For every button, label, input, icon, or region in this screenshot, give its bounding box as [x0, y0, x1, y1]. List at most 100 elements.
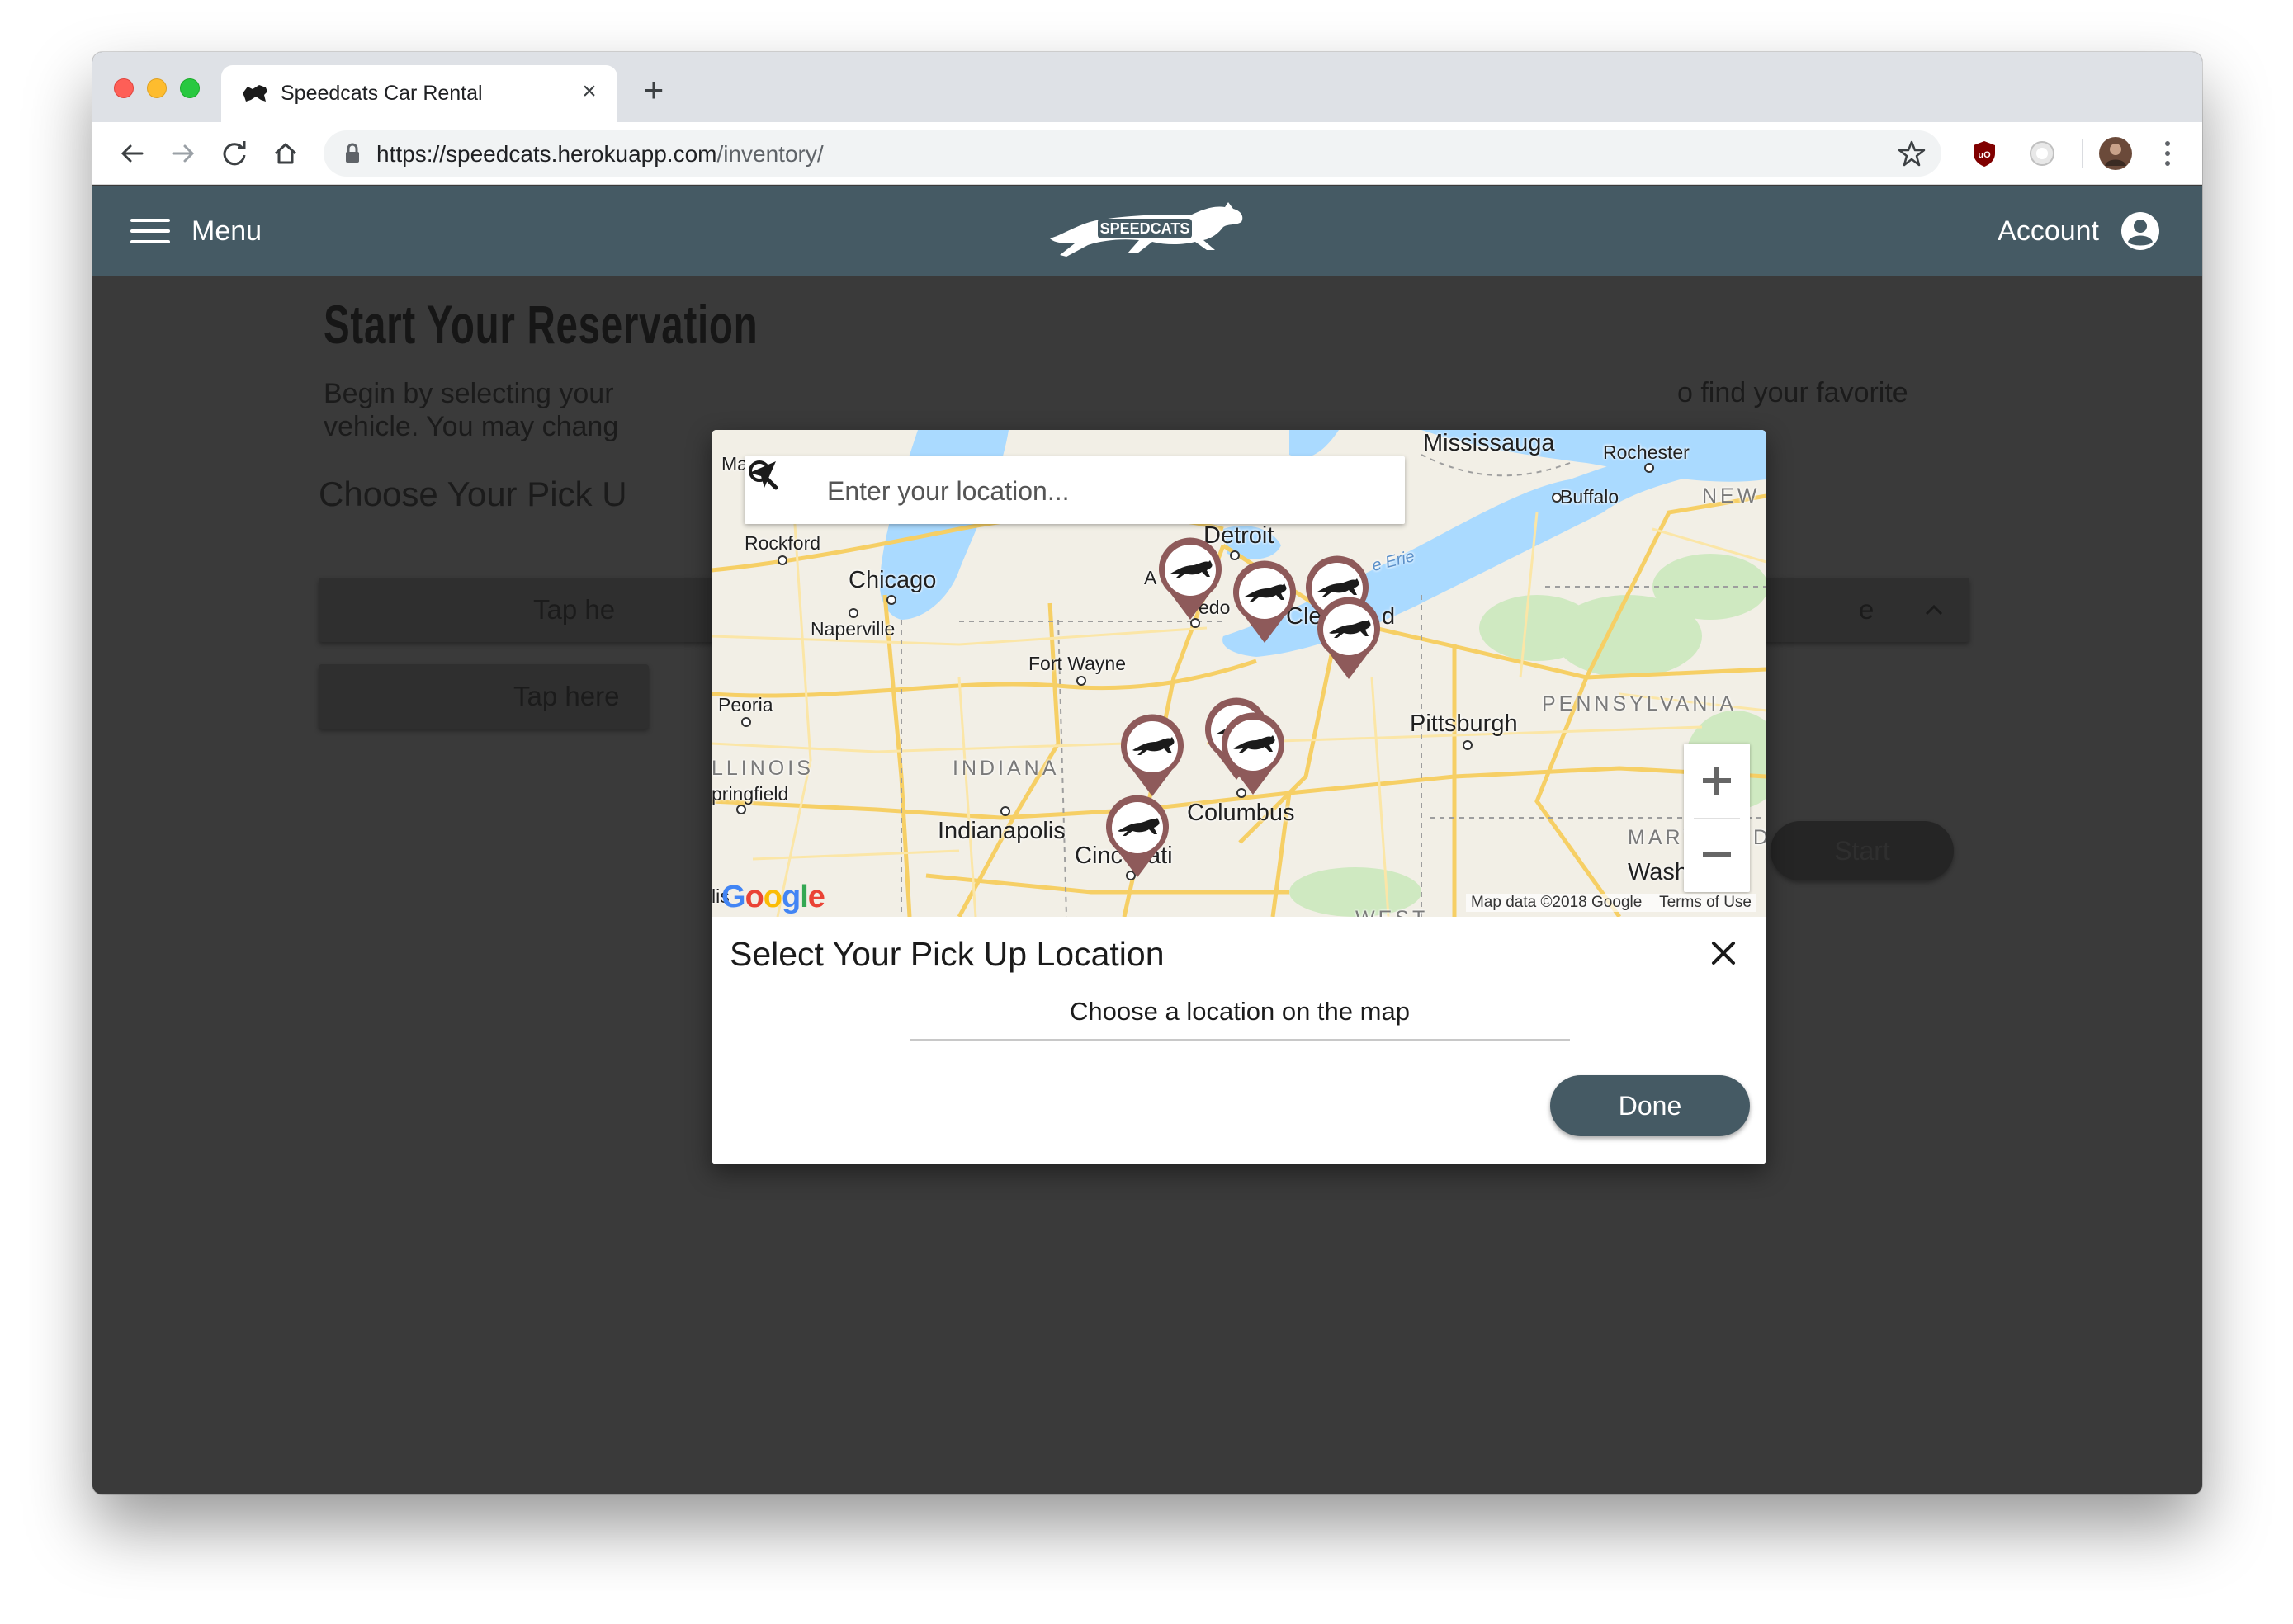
toolbar-divider	[2082, 139, 2083, 168]
map-label-rockford: Rockford	[745, 532, 821, 554]
zoom-out-button[interactable]	[1684, 818, 1750, 892]
lake-huron	[1289, 430, 1339, 458]
section-title: Choose Your Pick U	[319, 474, 627, 513]
city-dot	[736, 805, 746, 814]
google-logo-letter: g	[782, 880, 801, 914]
location-marker[interactable]	[1312, 595, 1385, 681]
browser-window: Speedcats Car Rental × + https://speedca…	[92, 52, 2202, 1494]
google-logo-letter: e	[807, 880, 825, 914]
done-button-label: Done	[1618, 1091, 1682, 1121]
location-marker[interactable]	[1154, 536, 1227, 621]
google-logo-letter: G	[721, 880, 746, 914]
location-search-input[interactable]	[827, 473, 1322, 509]
google-logo-letter: l	[800, 880, 809, 914]
map-label-peoria: Peoria	[718, 694, 773, 715]
location-marker[interactable]	[1217, 710, 1289, 796]
menu-label[interactable]: Menu	[191, 215, 262, 248]
chrome-menu-icon[interactable]	[2163, 137, 2172, 170]
pickup-location-modal: Mississauga Rochester Buffalo NEW Ma Roc…	[712, 430, 1766, 1164]
url-text: https://speedcats.herokuapp.com/inventor…	[376, 141, 824, 167]
map-zoom-control	[1684, 744, 1750, 892]
city-dot	[1000, 806, 1010, 816]
zoom-in-button[interactable]	[1684, 744, 1750, 818]
terms-of-use-link[interactable]: Terms of Use	[1659, 894, 1752, 911]
app-header: Menu SPEEDCATS Account	[92, 186, 2202, 276]
map-label-naperville: Naperville	[811, 618, 896, 640]
intro-right-text: o find your favorite	[1677, 377, 1908, 408]
city-dot	[886, 595, 896, 605]
location-marker[interactable]	[1228, 559, 1301, 644]
browser-tab[interactable]: Speedcats Car Rental ×	[221, 65, 617, 122]
forward-icon[interactable]	[167, 137, 200, 170]
back-icon[interactable]	[116, 137, 149, 170]
close-window-button[interactable]	[114, 78, 134, 98]
dropoff-select-row[interactable]: Tap here	[319, 664, 649, 729]
google-logo-letter: o	[763, 880, 782, 914]
map-label-fort-wayne: Fort Wayne	[1028, 653, 1127, 674]
park-area	[1652, 554, 1766, 620]
map-label-maryland-end: D	[1753, 826, 1766, 849]
city-dot	[741, 717, 751, 727]
map-label-rochester: Rochester	[1603, 441, 1690, 463]
new-tab-button[interactable]: +	[637, 73, 670, 107]
svg-text:SPEEDCATS: SPEEDCATS	[1100, 220, 1190, 237]
search-icon[interactable]	[745, 456, 781, 493]
map-data-credit: Map data ©2018 Google	[1470, 894, 1643, 911]
city-dot	[849, 608, 858, 618]
done-button[interactable]: Done	[1550, 1075, 1750, 1136]
city-dot	[1644, 463, 1654, 473]
browser-toolbar: https://speedcats.herokuapp.com/inventor…	[92, 122, 2202, 185]
modal-title: Select Your Pick Up Location	[730, 935, 1165, 973]
map-label-indianapolis: Indianapolis	[938, 818, 1066, 844]
tab-close-icon[interactable]: ×	[576, 78, 603, 105]
address-bar[interactable]: https://speedcats.herokuapp.com/inventor…	[324, 130, 1941, 177]
account-circle-icon[interactable]	[2120, 210, 2161, 252]
hamburger-menu-icon[interactable]	[130, 219, 170, 247]
minimize-window-button[interactable]	[147, 78, 167, 98]
page-title: Start Your Reservation	[324, 294, 759, 355]
speedcats-logo[interactable]: SPEEDCATS	[1042, 197, 1248, 267]
google-logo[interactable]: Google	[721, 880, 825, 915]
tab-title: Speedcats Car Rental	[281, 82, 483, 105]
map-label-west-virginia: WEST	[1355, 907, 1428, 917]
map-view[interactable]: Mississauga Rochester Buffalo NEW Ma Roc…	[712, 430, 1766, 917]
svg-text:uO: uO	[1978, 150, 1991, 160]
map-label-pittsburgh: Pittsburgh	[1410, 710, 1518, 737]
ublock-extension-icon[interactable]: uO	[1969, 139, 1999, 168]
city-dot	[1463, 740, 1473, 750]
map-label-chicago: Chicago	[849, 567, 937, 593]
pickup-select-text-right: e	[1859, 594, 1875, 625]
chevron-up-icon[interactable]	[1922, 597, 1946, 622]
google-logo-letter: o	[745, 880, 764, 914]
map-label-indiana: INDIANA	[953, 757, 1060, 780]
start-button[interactable]: Start	[1771, 821, 1954, 880]
lock-icon	[346, 143, 359, 163]
home-icon[interactable]	[269, 137, 302, 170]
map-label-columbus: Columbus	[1187, 800, 1295, 826]
account-label[interactable]: Account	[1998, 215, 2099, 248]
map-search-box	[745, 456, 1405, 524]
maximize-window-button[interactable]	[180, 78, 200, 98]
map-attribution: Map data ©2018 Google Terms of Use	[1465, 894, 1756, 912]
map-label-pennsylvania: PENNSYLVANIA	[1542, 692, 1737, 715]
bookmark-star-icon[interactable]	[1897, 139, 1927, 168]
city-dot	[778, 555, 787, 565]
map-label-springfield: pringfield	[712, 783, 789, 805]
location-marker[interactable]	[1101, 793, 1174, 879]
dropoff-select-text: Tap here	[513, 681, 620, 711]
map-label-new-york: NEW	[1702, 484, 1761, 508]
pickup-select-text: Tap he	[533, 594, 616, 625]
close-icon[interactable]	[1705, 935, 1742, 971]
extension-circle-icon[interactable]	[2027, 139, 2057, 168]
speedcats-favicon-icon	[243, 85, 267, 102]
location-marker[interactable]	[1116, 712, 1189, 798]
browser-tab-strip: Speedcats Car Rental × +	[92, 52, 2202, 122]
city-dot	[1552, 493, 1562, 503]
map-label-buffalo: Buffalo	[1560, 486, 1619, 508]
city-dot	[1076, 676, 1086, 686]
reload-icon[interactable]	[218, 137, 251, 170]
map-label-washington: Wash	[1628, 859, 1689, 885]
location-prompt: Choose a location on the map	[1070, 997, 1410, 1026]
profile-avatar-icon[interactable]	[2098, 136, 2133, 171]
map-label-illinois: LLINOIS	[712, 757, 814, 780]
